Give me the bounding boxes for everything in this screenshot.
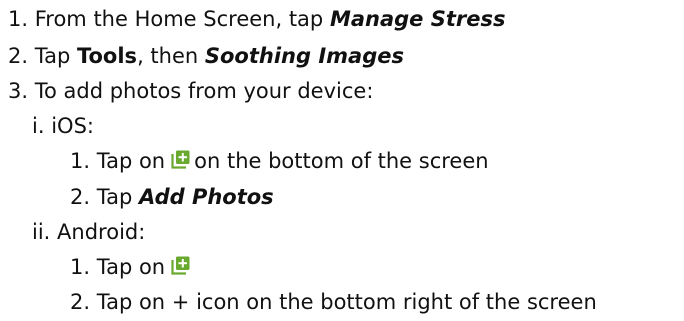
substep-android: ii. Android: xyxy=(32,213,145,251)
step-1-number: 1. xyxy=(8,7,29,31)
add-photo-icon xyxy=(171,256,190,275)
substep-ios-text: iOS: xyxy=(51,114,94,138)
ios-step-2-number: 2. xyxy=(70,185,91,209)
substep-ios-number: i. xyxy=(32,114,45,138)
substep-android-number: ii. xyxy=(32,220,51,244)
step-3-text: To add photos from your device: xyxy=(34,79,374,103)
substep-android-text: Android: xyxy=(57,220,146,244)
substep-ios: i. iOS: xyxy=(32,107,94,145)
add-photos-label: Add Photos xyxy=(138,185,274,209)
ios-step-1: 1. Tap on on the bottom of the screen xyxy=(70,142,489,180)
ios-step-1-text: Tap on xyxy=(96,149,166,173)
tools-label: Tools xyxy=(76,44,138,68)
step-2-text: Tap xyxy=(34,44,77,68)
instructions-document: 1. From the Home Screen, tap Manage Stre… xyxy=(0,0,684,318)
step-1-text: From the Home Screen, tap xyxy=(34,7,330,31)
step-2-number: 2. xyxy=(8,44,29,68)
android-step-2-text: Tap on + icon on the bottom right of the… xyxy=(96,290,597,314)
step-1: 1. From the Home Screen, tap Manage Stre… xyxy=(8,0,505,38)
manage-stress-label: Manage Stress xyxy=(329,7,506,31)
ios-step-1-number: 1. xyxy=(70,149,91,173)
ios-step-2: 2. Tap Add Photos xyxy=(70,178,274,216)
step-3-number: 3. xyxy=(8,79,29,103)
android-step-1: 1. Tap on xyxy=(70,248,194,286)
step-3: 3. To add photos from your device: xyxy=(8,72,373,110)
android-step-2: 2. Tap on + icon on the bottom right of … xyxy=(70,283,597,321)
android-step-1-text: Tap on xyxy=(96,255,166,279)
android-step-1-number: 1. xyxy=(70,255,91,279)
soothing-images-label: Soothing Images xyxy=(204,44,404,68)
step-2-mid: , then xyxy=(137,44,205,68)
android-step-2-number: 2. xyxy=(70,290,91,314)
add-photo-icon xyxy=(171,150,190,169)
step-2: 2. Tap Tools, then Soothing Images xyxy=(8,37,404,75)
ios-step-1-post: on the bottom of the screen xyxy=(194,149,489,173)
ios-step-2-text: Tap xyxy=(96,185,139,209)
